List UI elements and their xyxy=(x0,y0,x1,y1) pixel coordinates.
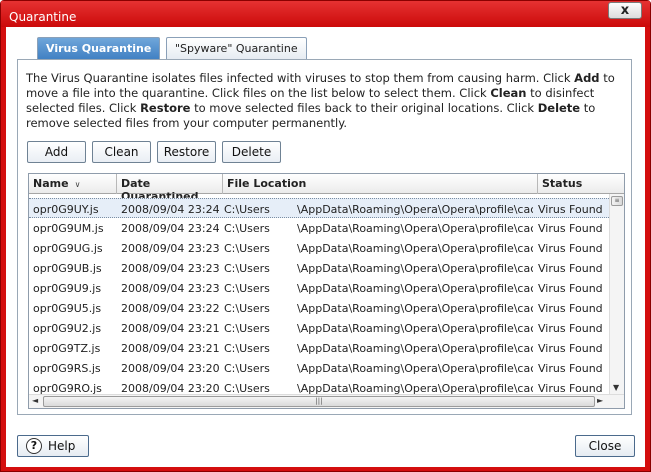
column-name-label: Name xyxy=(33,177,69,190)
cell-date: 2008/09/04 23:23 xyxy=(121,242,220,255)
cell-name: opr0G9TZ.js xyxy=(33,342,101,355)
window-title: Quarantine xyxy=(9,10,77,24)
cell-date: 2008/09/04 23:21 xyxy=(121,342,220,355)
scroll-left-arrow-icon[interactable]: ◄ xyxy=(32,396,38,405)
cell-location-root: C:\Users xyxy=(224,342,270,355)
cell-location-root: C:\Users xyxy=(224,222,270,235)
clean-button[interactable]: Clean xyxy=(92,141,151,163)
help-label: Help xyxy=(48,439,76,453)
cell-location-path: \AppData\Roaming\Opera\Opera\profile\cac… xyxy=(297,362,533,375)
column-header-status[interactable]: Status xyxy=(538,174,610,194)
desc-keyword-restore: Restore xyxy=(140,101,191,115)
table-row[interactable]: opr0G9UG.js 2008/09/04 23:23 C:\Users \AppD… xyxy=(29,238,609,258)
desc-part: to move selected files back to their ori… xyxy=(190,101,538,115)
cell-date: 2008/09/04 23:24 xyxy=(121,222,220,235)
cell-date: 2008/09/04 23:23 xyxy=(121,262,220,275)
table-row[interactable]: opr0G9U5.js 2008/09/04 23:22 C:\Users \AppD… xyxy=(29,298,609,318)
desc-keyword-clean: Clean xyxy=(490,86,527,100)
cell-location-path: \AppData\Roaming\Opera\Opera\profile\cac… xyxy=(297,302,533,315)
tab-virus-quarantine[interactable]: Virus Quarantine xyxy=(37,37,161,60)
window-close-button[interactable]: x xyxy=(608,2,642,19)
restore-button[interactable]: Restore xyxy=(157,141,216,163)
vertical-scrollbar[interactable]: ≡ ▼ xyxy=(609,194,624,394)
cell-status: Virus Found xyxy=(538,262,603,275)
cell-name: opr0G9UY.js xyxy=(33,203,99,216)
cell-status: Virus Found xyxy=(538,242,603,255)
cell-date: 2008/09/04 23:24 xyxy=(121,203,220,216)
help-button[interactable]: ? Help xyxy=(17,435,89,457)
add-button[interactable]: Add xyxy=(27,141,86,163)
scroll-down-arrow-icon[interactable]: ▼ xyxy=(613,383,619,392)
desc-keyword-delete: Delete xyxy=(537,101,581,115)
cell-name: opr0G9UG.js xyxy=(33,242,103,255)
tab-spyware-quarantine[interactable]: "Spyware" Quarantine xyxy=(166,37,307,59)
table-row[interactable]: opr0G9TZ.js 2008/09/04 23:21 C:\Users \AppD… xyxy=(29,338,609,358)
sort-descending-icon: ∨ xyxy=(74,180,81,189)
cell-location-path: \AppData\Roaming\Opera\Opera\profile\cac… xyxy=(297,342,533,355)
column-header-location[interactable]: File Location xyxy=(223,174,538,194)
cell-location-root: C:\Users xyxy=(224,262,270,275)
column-header-date[interactable]: Date Quarantined xyxy=(117,174,223,203)
table-row[interactable]: opr0G9U2.js 2008/09/04 23:21 C:\Users \AppD… xyxy=(29,318,609,338)
cell-date: 2008/09/04 23:22 xyxy=(121,302,220,315)
column-header-name[interactable]: Name ∨ xyxy=(29,174,117,194)
table-row[interactable]: opr0G9UM.js 2008/09/04 23:24 C:\Users \AppD… xyxy=(29,218,609,238)
cell-status: Virus Found xyxy=(538,362,603,375)
cell-status: Virus Found xyxy=(538,282,603,295)
scroll-right-arrow-icon[interactable]: ► xyxy=(597,396,603,405)
delete-button[interactable]: Delete xyxy=(222,141,281,163)
title-bar[interactable]: Quarantine x xyxy=(1,1,650,27)
cell-location-path: \AppData\Roaming\Opera\Opera\profile\cac… xyxy=(297,242,533,255)
cell-location-root: C:\Users xyxy=(224,203,270,216)
cell-location-path: \AppData\Roaming\Opera\Opera\profile\cac… xyxy=(297,222,533,235)
cell-location-root: C:\Users xyxy=(224,242,270,255)
table-row[interactable]: opr0G9UY.js 2008/09/04 23:24 C:\Users \AppD… xyxy=(29,198,609,218)
cell-status: Virus Found xyxy=(538,342,603,355)
client-area: Virus Quarantine "Spyware" Quarantine Th… xyxy=(6,27,645,467)
vertical-scroll-thumb[interactable]: ≡ xyxy=(611,196,623,206)
cell-location-root: C:\Users xyxy=(224,322,270,335)
virus-quarantine-panel: The Virus Quarantine isolates files infe… xyxy=(17,59,632,415)
cell-location-path: \AppData\Roaming\Opera\Opera\profile\cac… xyxy=(297,282,533,295)
cell-name: opr0G9RS.js xyxy=(33,362,101,375)
close-button[interactable]: Close xyxy=(575,435,635,457)
cell-date: 2008/09/04 23:21 xyxy=(121,322,220,335)
desc-keyword-add: Add xyxy=(574,71,600,85)
cell-location-root: C:\Users xyxy=(224,282,270,295)
quarantine-window: Quarantine x Virus Quarantine "Spyware" … xyxy=(0,0,651,472)
desc-part: The Virus Quarantine isolates files infe… xyxy=(26,71,575,85)
table-row[interactable]: opr0G9RS.js 2008/09/04 23:20 C:\Users \AppD… xyxy=(29,358,609,378)
description-text: The Virus Quarantine isolates files infe… xyxy=(26,71,626,131)
horizontal-scrollbar[interactable]: ◄ ||| ► xyxy=(29,394,624,408)
cell-location-path: \AppData\Roaming\Opera\Opera\profile\cac… xyxy=(297,322,533,335)
cell-status: Virus Found xyxy=(538,222,603,235)
cell-location-root: C:\Users xyxy=(224,362,270,375)
cell-location-path: \AppData\Roaming\Opera\Opera\profile\cac… xyxy=(297,203,533,216)
cell-name: opr0G9UB.js xyxy=(33,262,102,275)
table-row[interactable]: opr0G9UB.js 2008/09/04 23:23 C:\Users \AppD… xyxy=(29,258,609,278)
cell-location-root: C:\Users xyxy=(224,302,270,315)
horizontal-scroll-thumb[interactable]: ||| xyxy=(43,396,595,407)
cell-date: 2008/09/04 23:20 xyxy=(121,362,220,375)
cell-name: opr0G9U5.js xyxy=(33,302,102,315)
cell-status: Virus Found xyxy=(538,322,603,335)
help-icon: ? xyxy=(26,438,42,454)
cell-name: opr0G9U2.js xyxy=(33,322,102,335)
table-row[interactable]: opr0G9U9.js 2008/09/04 23:23 C:\Users \AppD… xyxy=(29,278,609,298)
cell-date: 2008/09/04 23:23 xyxy=(121,282,220,295)
table-header: Name ∨ Date Quarantined File Location Sta… xyxy=(29,174,624,203)
cell-name: opr0G9U9.js xyxy=(33,282,102,295)
cell-name: opr0G9UM.js xyxy=(33,222,104,235)
cell-status: Virus Found xyxy=(538,302,603,315)
cell-location-path: \AppData\Roaming\Opera\Opera\profile\cac… xyxy=(297,262,533,275)
quarantine-file-table: Name ∨ Date Quarantined File Location Sta… xyxy=(28,173,625,409)
cell-status: Virus Found xyxy=(538,203,603,216)
